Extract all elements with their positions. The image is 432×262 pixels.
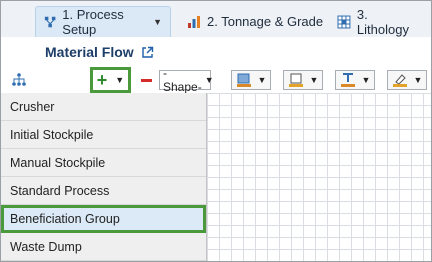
plus-icon: + [96,70,108,90]
tab-label: 3. Lithology [356,6,409,37]
menu-item-waste-dump[interactable]: Waste Dump [1,233,206,261]
tab-tonnage-grade[interactable]: 2. Tonnage & Grade [179,6,331,37]
chevron-down-icon: ▼ [413,75,423,85]
chevron-down-icon: ▼ [309,75,319,85]
chart-icon [188,15,200,28]
menu-item-standard-process[interactable]: Standard Process [1,177,206,205]
menu-item-initial-stockpile[interactable]: Initial Stockpile [1,121,206,149]
shape-select[interactable]: -Shape- ▼ [159,66,214,94]
chevron-down-icon: ▼ [115,75,125,85]
window: 1. Process Setup ▼ 2. Tonnage & Grade 3.… [0,0,432,262]
toolbar: + ▼ -Shape- ▼ ▼ ▼ ▼ ▼ [31,66,431,94]
highlight-button[interactable]: ▼ [387,70,427,90]
highlight-icon [392,74,407,87]
remove-node-button[interactable] [139,70,153,90]
tab-lithology[interactable]: 3. Lithology [329,6,431,37]
add-node-button[interactable]: + ▼ [90,67,131,93]
fill-color-button[interactable]: ▼ [231,70,271,90]
tab-bar: 1. Process Setup ▼ 2. Tonnage & Grade 3.… [1,1,431,37]
tab-label: 1. Process Setup [62,7,124,37]
tab-process-setup[interactable]: 1. Process Setup ▼ [35,6,171,37]
text-color-button[interactable]: ▼ [335,70,375,90]
menu-item-manual-stockpile[interactable]: Manual Stockpile [1,149,206,177]
flow-canvas[interactable] [207,93,431,261]
panel-header: Material Flow [31,37,431,67]
menu-item-crusher[interactable]: Crusher [1,93,206,121]
external-link-icon[interactable] [141,46,154,59]
line-color-icon [288,73,303,87]
grid-icon [337,15,351,28]
chevron-down-icon: ▼ [257,75,267,85]
line-color-button[interactable]: ▼ [283,70,323,90]
hierarchy-icon[interactable] [11,72,27,88]
fill-color-icon [236,73,251,87]
process-setup-icon [44,16,56,28]
text-color-icon [340,73,355,87]
menu-item-beneficiation-group[interactable]: Beneficiation Group [1,205,206,233]
page-title: Material Flow [45,44,134,60]
tab-label: 2. Tonnage & Grade [207,14,324,29]
add-node-menu: Crusher Initial Stockpile Manual Stockpi… [1,93,207,261]
minus-icon [140,78,152,82]
chevron-down-icon: ▼ [361,75,371,85]
chevron-down-icon: ▼ [204,75,214,85]
chevron-down-icon[interactable]: ▼ [153,17,162,27]
shape-select-value: -Shape- [163,66,202,94]
